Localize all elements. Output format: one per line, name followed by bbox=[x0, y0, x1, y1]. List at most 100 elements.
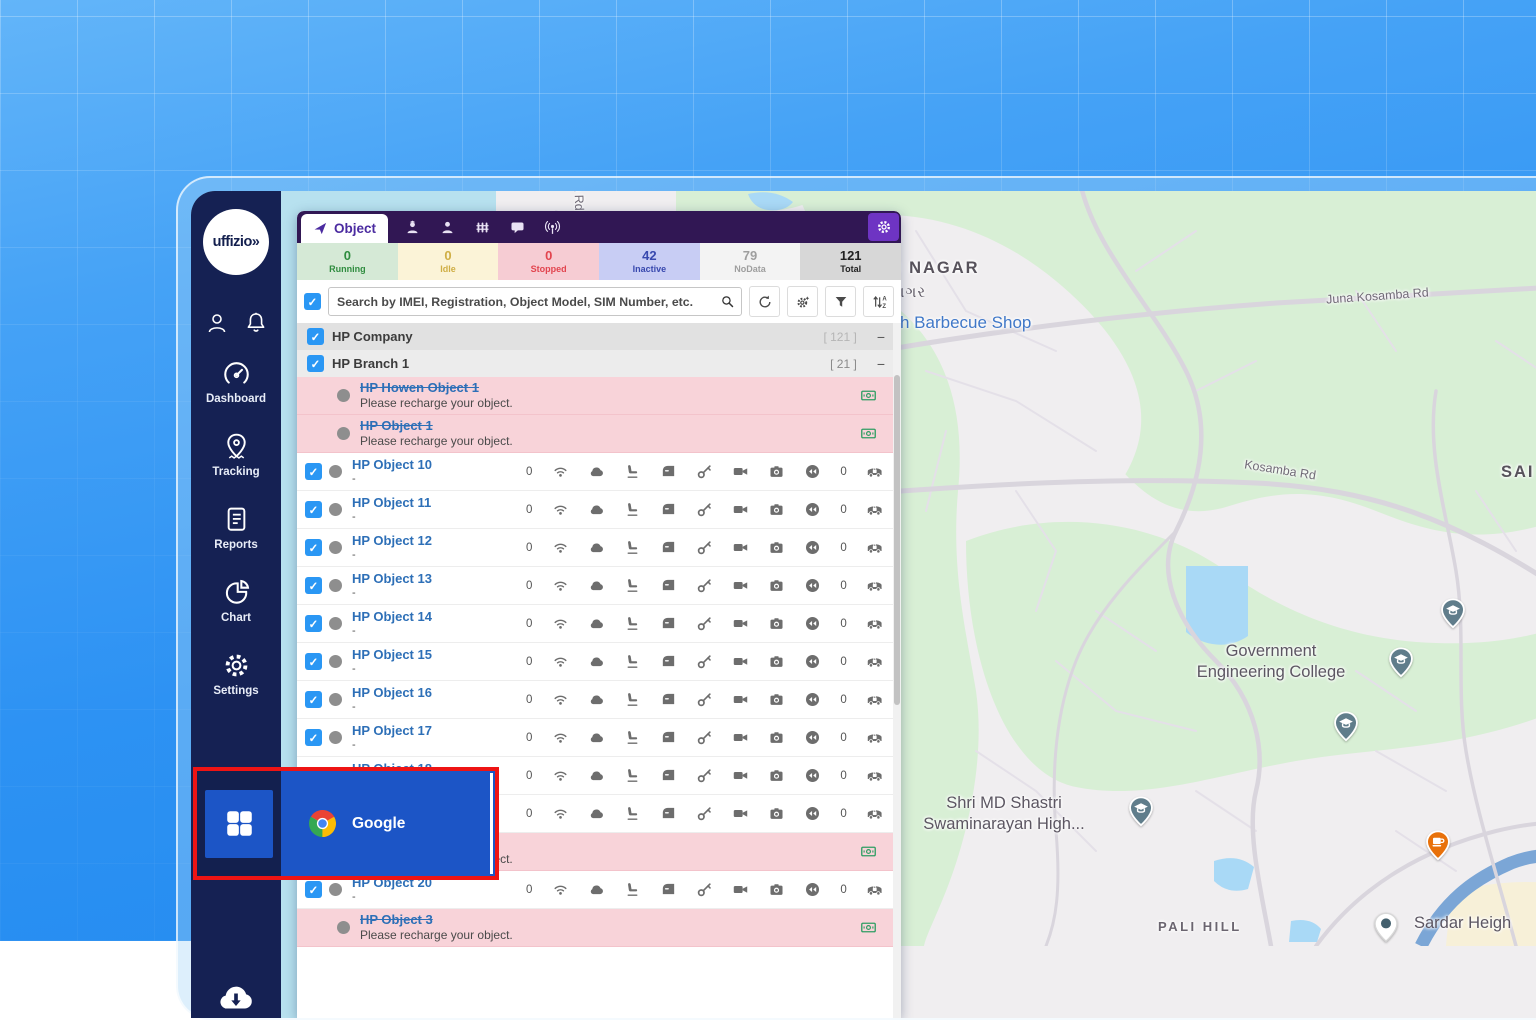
collapse-icon[interactable]: − bbox=[877, 356, 885, 372]
tab-antenna-icon[interactable] bbox=[544, 219, 561, 236]
carlock-icon bbox=[866, 767, 883, 784]
search-box bbox=[328, 287, 742, 316]
row-checkbox[interactable] bbox=[305, 729, 322, 746]
object-row-alert[interactable]: HP Howen Object 1 Please recharge your o… bbox=[297, 377, 901, 415]
google-launcher-item[interactable]: Google bbox=[281, 771, 495, 876]
tab-chat-icon[interactable] bbox=[509, 219, 526, 236]
tab-geofence-icon[interactable] bbox=[474, 219, 491, 236]
object-name-link[interactable]: HP Object 11 bbox=[352, 495, 502, 511]
select-all-checkbox[interactable] bbox=[304, 293, 321, 310]
recharge-cash-icon[interactable] bbox=[860, 843, 877, 860]
video-icon bbox=[732, 691, 749, 708]
map-label[interactable]: Sardar Heigh bbox=[1414, 913, 1511, 934]
counter-nodata[interactable]: 79 NoData bbox=[700, 243, 801, 280]
object-row[interactable]: HP Object 10 - 00 bbox=[297, 453, 901, 491]
object-name-link[interactable]: HP Object 1 bbox=[360, 418, 513, 434]
sidebar-item-reports[interactable]: Reports bbox=[191, 505, 281, 551]
group-checkbox[interactable] bbox=[307, 328, 324, 345]
map-pin-school[interactable] bbox=[1333, 711, 1359, 742]
object-name-link[interactable]: HP Object 12 bbox=[352, 533, 502, 549]
object-row[interactable]: HP Object 13 - 00 bbox=[297, 567, 901, 605]
row-checkbox[interactable] bbox=[305, 881, 322, 898]
door-icon bbox=[660, 615, 677, 632]
map-pin-school[interactable] bbox=[1388, 647, 1414, 678]
collapse-icon[interactable]: − bbox=[877, 329, 885, 345]
sidebar-item-dashboard[interactable]: Dashboard bbox=[191, 359, 281, 405]
row-checkbox[interactable] bbox=[305, 577, 322, 594]
object-name-link[interactable]: HP Howen Object 1 bbox=[360, 380, 513, 396]
filter-button[interactable] bbox=[825, 286, 856, 317]
user-icon[interactable] bbox=[205, 311, 229, 335]
tab-worker-icon[interactable] bbox=[404, 219, 421, 236]
recharge-cash-icon[interactable] bbox=[860, 425, 877, 442]
map-pin-school[interactable] bbox=[1128, 796, 1154, 827]
object-name-link[interactable]: HP Object 17 bbox=[352, 723, 502, 739]
object-subtitle: - bbox=[352, 473, 502, 487]
map-label[interactable]: Shri MD Shastri Swaminarayan High... bbox=[923, 793, 1084, 836]
seat-icon bbox=[624, 539, 641, 556]
object-row[interactable]: HP Object 15 - 00 bbox=[297, 643, 901, 681]
counter-total[interactable]: 121 Total bbox=[800, 243, 901, 280]
counter-inactive[interactable]: 42 Inactive bbox=[599, 243, 700, 280]
row-status-icons: 00 bbox=[502, 653, 893, 670]
row-checkbox[interactable] bbox=[305, 653, 322, 670]
tab-driver-icon[interactable] bbox=[439, 219, 456, 236]
object-row[interactable]: HP Object 17 - 00 bbox=[297, 719, 901, 757]
row-status-icons: 00 bbox=[502, 615, 893, 632]
sidebar-item-tracking[interactable]: Tracking bbox=[191, 432, 281, 478]
scrollbar-track[interactable] bbox=[893, 323, 901, 1018]
panel-settings-button[interactable] bbox=[868, 213, 899, 241]
object-row[interactable]: HP Object 12 - 00 bbox=[297, 529, 901, 567]
door-icon bbox=[660, 463, 677, 480]
object-name-link[interactable]: HP Object 14 bbox=[352, 609, 502, 625]
apps-grid-button[interactable] bbox=[205, 790, 273, 858]
object-name-link[interactable]: HP Object 16 bbox=[352, 685, 502, 701]
cloud-icon bbox=[588, 653, 605, 670]
object-row[interactable]: HP Object 14 - 00 bbox=[297, 605, 901, 643]
row-checkbox[interactable] bbox=[305, 539, 322, 556]
row-checkbox[interactable] bbox=[305, 463, 322, 480]
object-row-alert[interactable]: HP Object 1 Please recharge your object. bbox=[297, 415, 901, 453]
counter-idle[interactable]: 0 Idle bbox=[398, 243, 499, 280]
counter-running[interactable]: 0 Running bbox=[297, 243, 398, 280]
column-settings-button[interactable] bbox=[787, 286, 818, 317]
carlock-icon bbox=[866, 577, 883, 594]
map-pin-school[interactable] bbox=[1440, 598, 1466, 629]
object-row[interactable]: HP Object 11 - 00 bbox=[297, 491, 901, 529]
cloud-download-icon[interactable] bbox=[213, 976, 259, 1016]
map-pin-cafe[interactable] bbox=[1425, 830, 1451, 861]
recharge-cash-icon[interactable] bbox=[860, 919, 877, 936]
seat-icon bbox=[624, 653, 641, 670]
group-row[interactable]: HP Branch 1 [ 21 ] − bbox=[297, 350, 901, 377]
row-checkbox[interactable] bbox=[305, 501, 322, 518]
scrollbar-thumb[interactable] bbox=[894, 375, 900, 705]
object-name-link[interactable]: HP Object 3 bbox=[360, 912, 513, 928]
bell-icon[interactable] bbox=[244, 311, 268, 335]
google-label: Google bbox=[352, 815, 405, 833]
counter-label: Idle bbox=[440, 264, 456, 275]
object-name-link[interactable]: HP Object 15 bbox=[352, 647, 502, 663]
sidebar-item-settings[interactable]: Settings bbox=[191, 651, 281, 697]
object-name-link[interactable]: HP Object 10 bbox=[352, 457, 502, 473]
group-checkbox[interactable] bbox=[307, 355, 324, 372]
sidebar-item-chart[interactable]: Chart bbox=[191, 578, 281, 624]
object-subtitle: - bbox=[352, 701, 502, 715]
search-input[interactable] bbox=[335, 294, 720, 310]
object-row-alert[interactable]: HP Object 3 Please recharge your object. bbox=[297, 909, 901, 947]
row-checkbox[interactable] bbox=[305, 691, 322, 708]
map-pin-dot[interactable] bbox=[1373, 912, 1399, 943]
object-row[interactable]: HP Object 16 - 00 bbox=[297, 681, 901, 719]
sort-button[interactable] bbox=[863, 286, 894, 317]
cloud-icon bbox=[588, 501, 605, 518]
refresh-button[interactable] bbox=[749, 286, 780, 317]
group-row[interactable]: HP Company [ 121 ] − bbox=[297, 323, 901, 350]
map-label[interactable]: Government Engineering College bbox=[1197, 641, 1346, 684]
object-name-link[interactable]: HP Object 13 bbox=[352, 571, 502, 587]
recharge-cash-icon[interactable] bbox=[860, 387, 877, 404]
recharge-message: Please recharge your object. bbox=[360, 434, 513, 449]
row-checkbox[interactable] bbox=[305, 615, 322, 632]
map-label[interactable]: h Barbecue Shop bbox=[900, 313, 1031, 333]
counter-stopped[interactable]: 0 Stopped bbox=[498, 243, 599, 280]
search-icon[interactable] bbox=[720, 294, 735, 309]
tab-object[interactable]: Object bbox=[301, 214, 388, 243]
